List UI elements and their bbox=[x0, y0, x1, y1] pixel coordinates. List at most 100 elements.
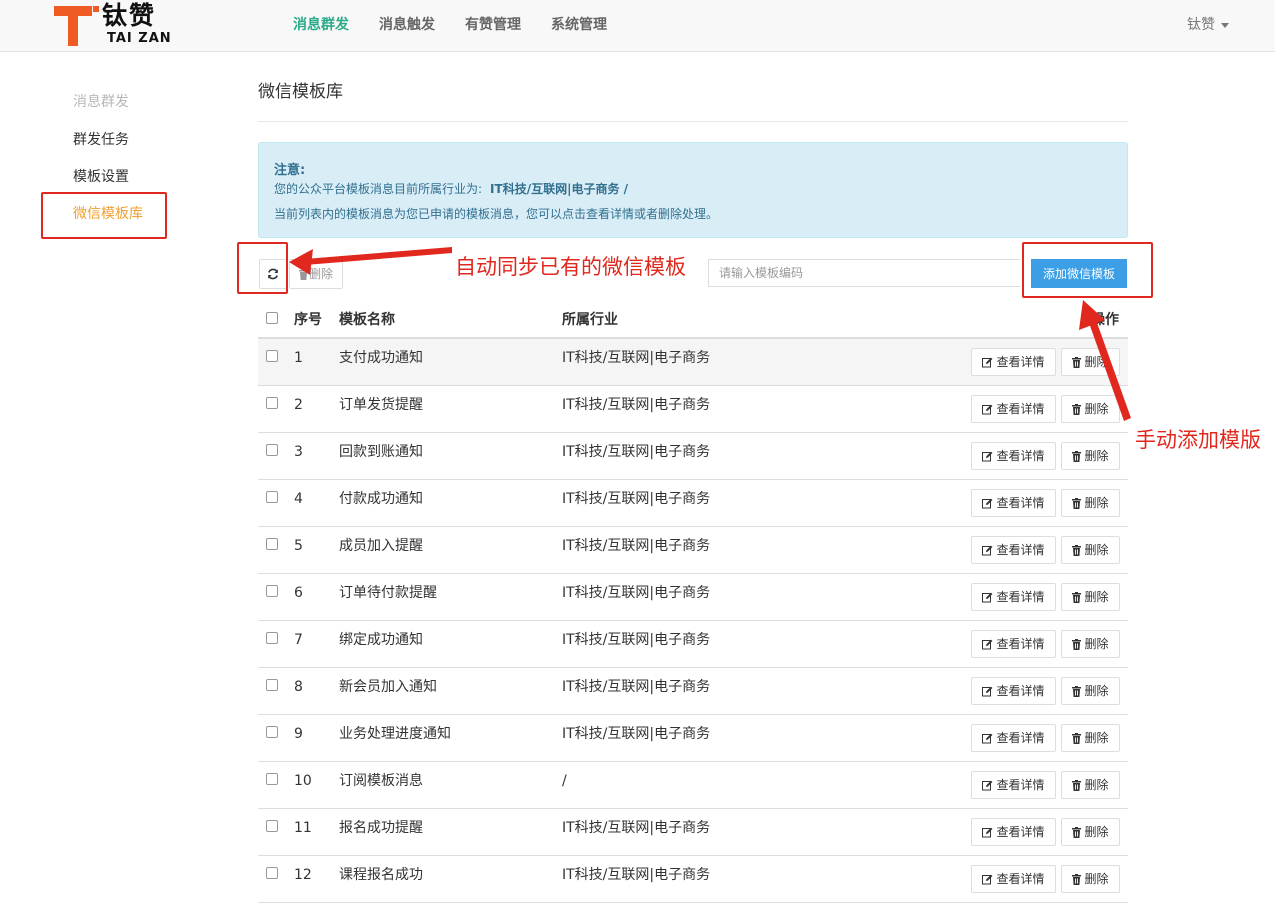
table-row: 8 新会员加入通知 IT科技/互联网|电子商务 查看详情 删除 bbox=[258, 668, 1128, 715]
view-details-label: 查看详情 bbox=[996, 496, 1045, 510]
view-details-button[interactable]: 查看详情 bbox=[971, 348, 1056, 376]
delete-button[interactable]: 删除 bbox=[1061, 395, 1120, 423]
logo-t-mark bbox=[54, 6, 99, 46]
nav-item-system-management[interactable]: 系统管理 bbox=[536, 0, 622, 51]
main-nav: 消息群发 消息触发 有赞管理 系统管理 bbox=[278, 0, 622, 51]
bulk-delete-label: 删除 bbox=[308, 267, 333, 281]
sidebar-item-template-settings[interactable]: 模板设置 bbox=[73, 159, 223, 196]
row-no: 6 bbox=[294, 585, 303, 601]
delete-button[interactable]: 删除 bbox=[1061, 865, 1120, 893]
delete-button[interactable]: 删除 bbox=[1061, 348, 1120, 376]
row-template-name: 回款到账通知 bbox=[339, 444, 423, 460]
view-details-button[interactable]: 查看详情 bbox=[971, 583, 1056, 611]
view-details-button[interactable]: 查看详情 bbox=[971, 489, 1056, 517]
trash-icon bbox=[1072, 404, 1082, 415]
bulk-delete-button[interactable]: 删除 bbox=[289, 259, 343, 289]
row-checkbox[interactable] bbox=[266, 444, 278, 456]
row-template-name: 支付成功通知 bbox=[339, 350, 423, 366]
row-checkbox[interactable] bbox=[266, 397, 278, 409]
row-checkbox[interactable] bbox=[266, 726, 278, 738]
delete-label: 删除 bbox=[1084, 684, 1109, 698]
edit-icon bbox=[982, 357, 993, 368]
row-checkbox[interactable] bbox=[266, 679, 278, 691]
row-template-name: 新会员加入通知 bbox=[339, 679, 437, 695]
row-no: 1 bbox=[294, 350, 303, 366]
nav-item-youzan-management[interactable]: 有赞管理 bbox=[450, 0, 536, 51]
row-checkbox[interactable] bbox=[266, 773, 278, 785]
nav-item-mass-message[interactable]: 消息群发 bbox=[278, 0, 364, 51]
notice-industry-value: IT科技/互联网|电子商务 / bbox=[490, 182, 629, 196]
sidebar-item-mass-tasks[interactable]: 群发任务 bbox=[73, 122, 223, 159]
add-wechat-template-button[interactable]: 添加微信模板 bbox=[1031, 259, 1127, 288]
page-title: 微信模板库 bbox=[258, 82, 343, 102]
edit-icon bbox=[982, 498, 993, 509]
edit-icon bbox=[982, 545, 993, 556]
view-details-button[interactable]: 查看详情 bbox=[971, 536, 1056, 564]
delete-button[interactable]: 删除 bbox=[1061, 630, 1120, 658]
view-details-button[interactable]: 查看详情 bbox=[971, 818, 1056, 846]
notice-industry-label: 您的公众平台模板消息目前所属行业为: bbox=[274, 182, 483, 196]
table-row: 11 报名成功提醒 IT科技/互联网|电子商务 查看详情 删除 bbox=[258, 809, 1128, 856]
row-industry: IT科技/互联网|电子商务 bbox=[562, 585, 711, 601]
trash-icon bbox=[1072, 686, 1082, 697]
row-industry: IT科技/互联网|电子商务 bbox=[562, 538, 711, 554]
view-details-button[interactable]: 查看详情 bbox=[971, 442, 1056, 470]
delete-label: 删除 bbox=[1084, 449, 1109, 463]
edit-icon bbox=[982, 780, 993, 791]
delete-button[interactable]: 删除 bbox=[1061, 771, 1120, 799]
refresh-icon bbox=[268, 268, 278, 280]
row-no: 11 bbox=[294, 820, 312, 836]
select-all-checkbox[interactable] bbox=[266, 312, 278, 324]
view-details-button[interactable]: 查看详情 bbox=[971, 865, 1056, 893]
trash-icon bbox=[1072, 874, 1082, 885]
row-industry: IT科技/互联网|电子商务 bbox=[562, 491, 711, 507]
table-row: 9 业务处理进度通知 IT科技/互联网|电子商务 查看详情 删除 bbox=[258, 715, 1128, 762]
row-checkbox[interactable] bbox=[266, 350, 278, 362]
user-menu[interactable]: 钛赞 bbox=[1187, 0, 1229, 51]
delete-button[interactable]: 删除 bbox=[1061, 677, 1120, 705]
trash-icon bbox=[1072, 733, 1082, 744]
delete-button[interactable]: 删除 bbox=[1061, 489, 1120, 517]
delete-button[interactable]: 删除 bbox=[1061, 818, 1120, 846]
table-header: 序号 模板名称 所属行业 操作 bbox=[258, 302, 1128, 339]
nav-item-triggered-message[interactable]: 消息触发 bbox=[364, 0, 450, 51]
logo-text-en: TAI ZAN bbox=[107, 31, 172, 46]
view-details-button[interactable]: 查看详情 bbox=[971, 677, 1056, 705]
view-details-button[interactable]: 查看详情 bbox=[971, 630, 1056, 658]
row-no: 8 bbox=[294, 679, 303, 695]
sidebar-heading: 消息群发 bbox=[73, 94, 129, 110]
table-row: 6 订单待付款提醒 IT科技/互联网|电子商务 查看详情 删除 bbox=[258, 574, 1128, 621]
annotation-sync-text: 自动同步已有的微信模板 bbox=[455, 255, 686, 279]
row-checkbox[interactable] bbox=[266, 820, 278, 832]
delete-button[interactable]: 删除 bbox=[1061, 536, 1120, 564]
delete-label: 删除 bbox=[1084, 872, 1109, 886]
delete-label: 删除 bbox=[1084, 637, 1109, 651]
caret-down-icon bbox=[1221, 22, 1229, 28]
row-template-name: 课程报名成功 bbox=[339, 867, 423, 883]
row-industry: IT科技/互联网|电子商务 bbox=[562, 397, 711, 413]
view-details-button[interactable]: 查看详情 bbox=[971, 771, 1056, 799]
delete-label: 删除 bbox=[1084, 778, 1109, 792]
delete-button[interactable]: 删除 bbox=[1061, 583, 1120, 611]
delete-button[interactable]: 删除 bbox=[1061, 442, 1120, 470]
row-checkbox[interactable] bbox=[266, 632, 278, 644]
logo[interactable]: 钛赞 TAI ZAN bbox=[52, 1, 182, 48]
notice-industry-line: 您的公众平台模板消息目前所属行业为: IT科技/互联网|电子商务 / bbox=[274, 180, 628, 197]
row-checkbox[interactable] bbox=[266, 867, 278, 879]
view-details-button[interactable]: 查看详情 bbox=[971, 395, 1056, 423]
sync-button[interactable] bbox=[259, 259, 287, 289]
row-no: 7 bbox=[294, 632, 303, 648]
row-checkbox[interactable] bbox=[266, 585, 278, 597]
row-checkbox[interactable] bbox=[266, 491, 278, 503]
template-code-search-input[interactable] bbox=[708, 259, 1020, 287]
delete-button[interactable]: 删除 bbox=[1061, 724, 1120, 752]
edit-icon bbox=[982, 404, 993, 415]
edit-icon bbox=[982, 639, 993, 650]
row-checkbox[interactable] bbox=[266, 538, 278, 550]
view-details-label: 查看详情 bbox=[996, 637, 1045, 651]
row-template-name: 业务处理进度通知 bbox=[339, 726, 451, 742]
trash-icon bbox=[298, 269, 308, 280]
edit-icon bbox=[982, 827, 993, 838]
delete-label: 删除 bbox=[1084, 543, 1109, 557]
view-details-button[interactable]: 查看详情 bbox=[971, 724, 1056, 752]
